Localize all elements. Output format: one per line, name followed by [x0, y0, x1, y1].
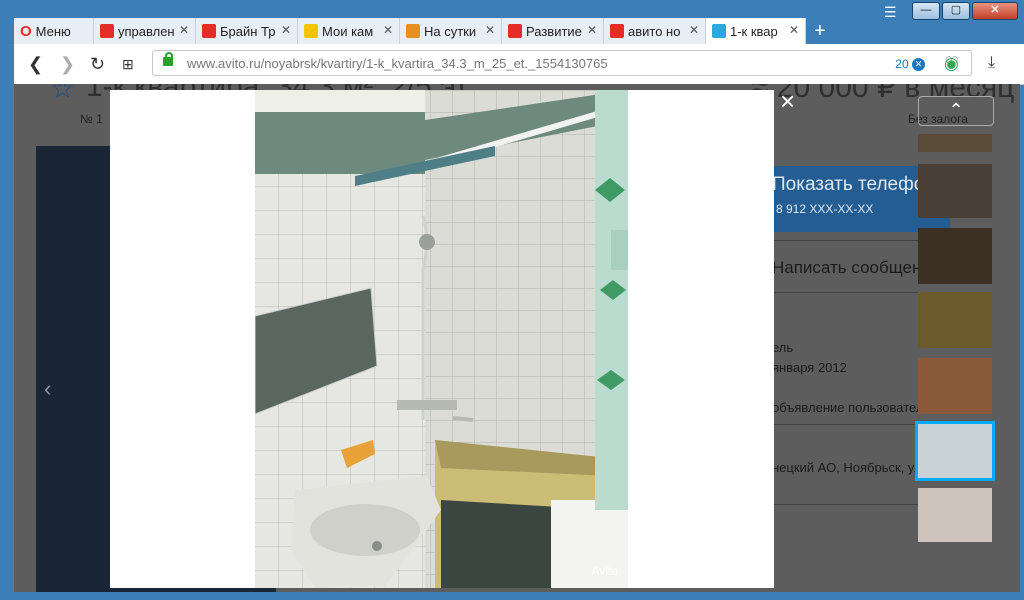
gallery-prev-icon[interactable]: ‹: [44, 376, 51, 402]
tab-label: Мои кам: [322, 23, 374, 39]
back-button[interactable]: ❮: [28, 54, 43, 75]
divider: [772, 240, 922, 241]
tab-2[interactable]: Мои кам ✕: [298, 18, 400, 44]
tabs-grid-icon[interactable]: ⊞: [122, 56, 134, 73]
shield-icon: ✕: [912, 58, 925, 72]
tab-bar: O Меню управлен ✕ Брайн Тр ✕ Мои кам ✕ На сутк…: [14, 18, 834, 44]
tab-favicon-icon: [508, 24, 522, 38]
tab-favicon-icon: [202, 24, 216, 38]
badge-count: 20: [895, 57, 909, 71]
tab-label: авито но: [628, 23, 681, 39]
menu-label: Меню: [35, 23, 71, 39]
bathroom-photo: Avito: [255, 90, 628, 588]
thumbnail[interactable]: [915, 421, 995, 481]
tab-4[interactable]: Развитие ✕: [502, 18, 604, 44]
tab-favicon-icon: [712, 24, 726, 38]
lock-icon: [163, 52, 173, 66]
download-icon[interactable]: ⤓: [988, 54, 995, 72]
tab-5[interactable]: авито но ✕: [604, 18, 706, 44]
browser-window: ☰ — ▢ ✕ O Меню управлен ✕ Брайн Тр ✕ Мои кам…: [0, 0, 1024, 600]
viewer-close-icon[interactable]: ×: [780, 86, 795, 117]
opera-menu-icon[interactable]: ☰: [884, 4, 897, 21]
thumbnail[interactable]: [918, 358, 992, 414]
maximize-button[interactable]: ▢: [942, 2, 970, 20]
tab-close-icon[interactable]: ✕: [383, 23, 393, 37]
favorite-star-icon[interactable]: ☆: [50, 84, 75, 105]
tab-close-icon[interactable]: ✕: [587, 23, 597, 37]
minimize-button[interactable]: —: [912, 2, 940, 20]
address-bar[interactable]: www.avito.ru/noyabrsk/kvartiry/1-k_kvart…: [152, 50, 972, 76]
tab-close-icon[interactable]: ✕: [485, 23, 495, 37]
divider: [772, 292, 922, 293]
address-text: нецкий АО, Ноябрьск, ул.: [772, 460, 926, 475]
tab-label: Развитие: [526, 23, 582, 39]
vpn-icon[interactable]: ◉: [944, 54, 959, 74]
tab-label: 1-к квар: [730, 23, 778, 39]
tab-favicon-icon: [100, 24, 114, 38]
phone-number: 8 912 XXX-XX-XX: [776, 202, 874, 216]
show-phone-label: Показать телефон: [772, 174, 935, 195]
tab-favicon-icon: [610, 24, 624, 38]
tabs: управлен ✕ Брайн Тр ✕ Мои кам ✕ На сутки ✕ Разви…: [94, 18, 806, 44]
address-toolbar: ❮ ❯ ↻ ⊞ www.avito.ru/noyabrsk/kvartiry/1…: [14, 44, 1024, 85]
divider: [772, 504, 922, 505]
tab-1[interactable]: Брайн Тр ✕: [196, 18, 298, 44]
photo-viewer: Avito: [110, 90, 774, 588]
tab-close-icon[interactable]: ✕: [789, 23, 799, 37]
seller-ads-link[interactable]: объявление пользовател: [772, 400, 923, 415]
tab-label: На сутки: [424, 23, 477, 39]
new-tab-button[interactable]: +: [806, 18, 834, 44]
seller-type: ель: [772, 340, 794, 355]
listing-number: № 1: [80, 112, 103, 126]
tab-close-icon[interactable]: ✕: [689, 23, 699, 37]
tab-favicon-icon: [304, 24, 318, 38]
window-close-button[interactable]: ✕: [972, 2, 1018, 20]
thumbnail[interactable]: [918, 164, 992, 218]
thumbnail[interactable]: [918, 488, 992, 542]
avito-watermark: Avito: [591, 564, 618, 578]
thumbnail[interactable]: [918, 292, 992, 348]
write-message-button[interactable]: Написать сообщение: [772, 258, 940, 278]
tab-favicon-icon: [406, 24, 420, 38]
bathroom-photo-image: [255, 90, 628, 588]
seller-since: января 2012: [772, 360, 847, 375]
tab-close-icon[interactable]: ✕: [179, 23, 189, 37]
adblock-badge[interactable]: 20 ✕: [895, 51, 925, 77]
tab-label: управлен: [118, 23, 175, 39]
tab-label: Брайн Тр: [220, 23, 276, 39]
tab-opera-menu[interactable]: O Меню: [14, 18, 94, 44]
thumbnail[interactable]: [918, 134, 992, 152]
thumbnail[interactable]: [918, 228, 992, 284]
thumbnails-up-button[interactable]: ⌃: [918, 96, 994, 126]
divider: [772, 424, 922, 425]
tab-6[interactable]: 1-к квар ✕: [706, 18, 806, 44]
tab-0[interactable]: управлен ✕: [94, 18, 196, 44]
reload-button[interactable]: ↻: [90, 54, 105, 75]
opera-logo-icon: O: [20, 22, 32, 40]
tab-3[interactable]: На сутки ✕: [400, 18, 502, 44]
url-text: www.avito.ru/noyabrsk/kvartiry/1-k_kvart…: [187, 56, 608, 71]
tab-close-icon[interactable]: ✕: [281, 23, 291, 37]
window-controls: — ▢ ✕: [912, 2, 1018, 20]
forward-button[interactable]: ❯: [60, 54, 75, 75]
